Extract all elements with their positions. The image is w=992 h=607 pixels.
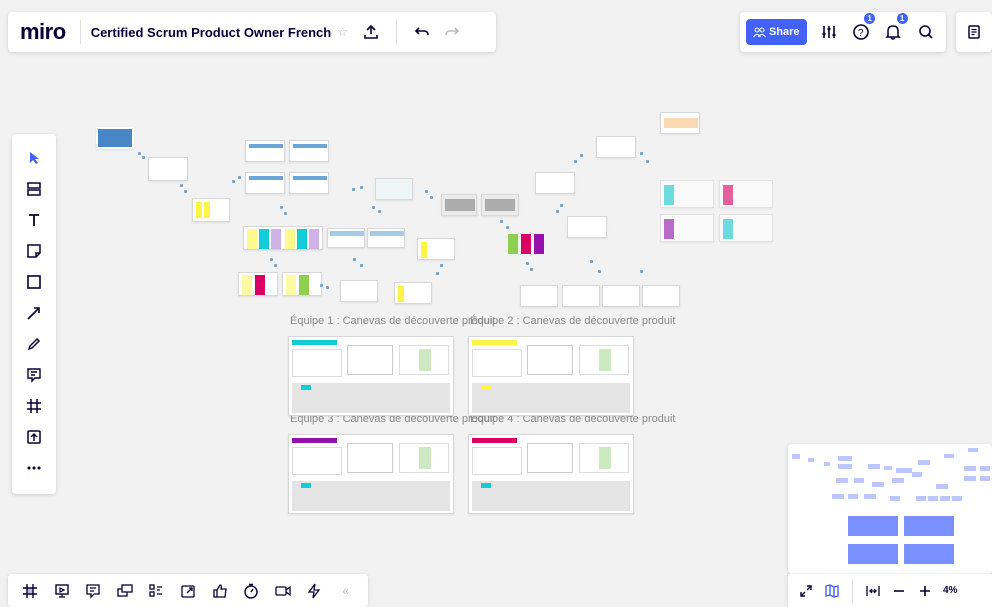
board-frame[interactable] [481,194,519,216]
board-frame[interactable] [417,238,455,260]
frame-icon[interactable] [16,390,52,421]
board-frame[interactable] [535,172,575,194]
svg-text:?: ? [858,28,864,39]
comment-icon[interactable] [16,359,52,390]
export-icon[interactable] [356,17,386,47]
board-frame[interactable] [375,178,413,200]
miro-logo[interactable]: miro [16,19,70,45]
board-frame[interactable] [567,216,607,238]
fullscreen-icon[interactable] [794,576,818,606]
cards-icon[interactable] [111,577,140,605]
board-frame[interactable] [282,272,322,296]
zoom-out-icon[interactable] [887,576,911,606]
team-canvas-frame-3[interactable] [288,434,454,514]
zoom-level[interactable]: 4% [943,585,957,596]
minimap-preview [792,448,990,564]
board-frame[interactable] [243,226,323,250]
select-icon[interactable] [16,142,52,173]
frame-label-team1[interactable]: Équipe 1 : Canevas de découverte produit [290,315,495,327]
board-frame[interactable] [289,140,329,162]
redo-icon[interactable] [437,17,467,47]
frames-icon[interactable] [16,577,45,605]
board-frame[interactable] [192,198,230,222]
board-frame[interactable] [602,285,640,307]
team-canvas-frame-1[interactable] [288,336,454,416]
zoom-in-icon[interactable] [913,576,937,606]
collapse-toolbar-icon[interactable]: « [331,577,360,605]
board-frame[interactable] [367,228,405,248]
creation-toolbar [12,134,56,494]
board-frame[interactable] [562,285,600,307]
users-icon [753,27,766,37]
top-left-toolbar: miro Certified Scrum Product Owner Frenc… [8,12,496,52]
board-frame[interactable] [660,180,714,208]
zoom-toolbar: 4% [788,574,992,607]
voting-icon[interactable] [205,577,234,605]
notifications-icon[interactable]: 1 [879,13,908,47]
divider [79,20,81,44]
board-frame[interactable] [520,285,558,307]
board-frame[interactable] [148,157,188,181]
shape-icon[interactable] [16,266,52,297]
text-icon[interactable] [16,204,52,235]
board-frame[interactable] [245,172,285,194]
share-label: Share [768,26,800,38]
video-chat-icon[interactable] [268,577,297,605]
notifications-badge: 1 [896,13,908,24]
sticky-note-icon[interactable] [16,235,52,266]
pen-icon[interactable] [16,328,52,359]
arrow-icon[interactable] [16,297,52,328]
help-badge: 1 [864,13,876,24]
more-icon[interactable] [16,452,52,483]
share-screen-icon[interactable] [174,577,203,605]
board-frame[interactable] [719,214,773,242]
search-icon[interactable] [912,17,940,47]
presentation-icon[interactable] [48,577,77,605]
minimap[interactable] [788,444,992,574]
board-frame[interactable] [660,214,714,242]
star-icon[interactable]: ☆ [337,25,348,39]
share-button[interactable]: Share [746,19,807,45]
activity-icon[interactable] [300,577,329,605]
top-right-toolbar: Share ? 1 1 [740,12,946,52]
map-icon[interactable] [820,576,844,606]
undo-icon[interactable] [407,17,437,47]
board-frame[interactable] [660,112,700,134]
team-canvas-frame-4[interactable] [468,434,634,514]
board-image[interactable] [96,127,134,149]
board-title[interactable]: Certified Scrum Product Owner French [91,25,332,40]
board-frame[interactable] [238,272,278,296]
board-settings-icon[interactable] [815,17,843,47]
team-canvas-frame-2[interactable] [468,336,634,416]
help-icon[interactable]: ? 1 [847,13,876,47]
collaboration-toolbar: « [8,574,368,607]
comments-icon[interactable] [79,577,108,605]
board-frame[interactable] [289,172,329,194]
board-frame[interactable] [642,285,680,307]
upload-icon[interactable] [16,421,52,452]
board-frame[interactable] [245,140,285,162]
board-frame[interactable] [327,228,365,248]
timer-icon[interactable] [237,577,266,605]
board-notes-icon[interactable] [956,12,992,52]
board-frame[interactable] [506,232,546,256]
board-frame[interactable] [719,180,773,208]
board-frame[interactable] [394,282,432,304]
frame-label-team2[interactable]: Équipe 2 : Canevas de découverte produit [470,315,675,327]
divider [396,20,397,44]
divider [852,578,853,603]
fit-to-screen-icon[interactable] [861,576,885,606]
board-frame[interactable] [340,280,378,302]
board-frame[interactable] [441,194,477,216]
templates-icon[interactable] [16,173,52,204]
board-frame[interactable] [596,136,636,158]
kanban-icon[interactable] [142,577,171,605]
